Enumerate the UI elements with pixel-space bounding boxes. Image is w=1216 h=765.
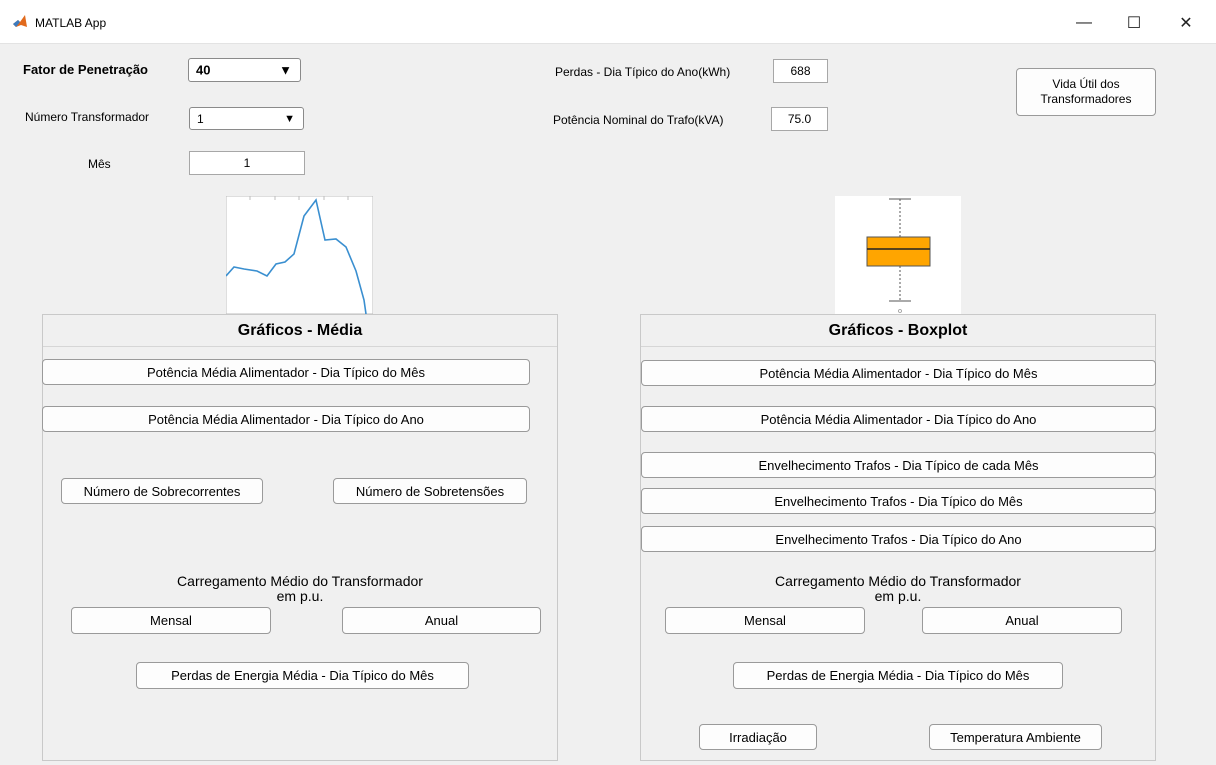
boxplot-perdas-energia-button[interactable]: Perdas de Energia Média - Dia Típico do … [733,662,1063,689]
media-carregamento-line2: em p.u. [276,588,324,604]
boxplot-carregamento-line1: Carregamento Médio do Transformador [775,573,1021,589]
vida-util-label-line2: Transformadores [1040,92,1132,106]
media-carregamento-label: Carregamento Médio do Transformador em p… [140,574,460,604]
potencia-nominal-field[interactable]: 75.0 [771,107,828,131]
window-title: MATLAB App [35,16,107,30]
fator-penetracao-label: Fator de Penetração [23,62,148,77]
boxplot-potencia-ano-button[interactable]: Potência Média Alimentador - Dia Típico … [641,406,1156,432]
potencia-nominal-label: Potência Nominal do Trafo(kVA) [553,113,724,127]
numero-transformador-dropdown[interactable]: 1 ▼ [189,107,304,130]
boxplot-anual-button[interactable]: Anual [922,607,1122,634]
media-mensal-button[interactable]: Mensal [71,607,271,634]
perdas-field[interactable]: 688 [773,59,828,83]
fator-penetracao-dropdown[interactable]: 40 ▼ [188,58,301,82]
perdas-label: Perdas - Dia Típico do Ano(kWh) [555,65,731,79]
panel-media-title: Gráficos - Média [43,315,557,347]
boxplot-envelhecimento-mes-button[interactable]: Envelhecimento Trafos - Dia Típico do Mê… [641,488,1156,514]
media-anual-button[interactable]: Anual [342,607,541,634]
dropdown-arrow-icon: ▼ [279,62,292,78]
media-sobretensoes-button[interactable]: Número de Sobretensões [333,478,527,504]
close-button[interactable]: ✕ [1163,8,1209,38]
boxplot-carregamento-line2: em p.u. [874,588,922,604]
mes-field[interactable]: 1 [189,151,305,175]
media-potencia-mes-button[interactable]: Potência Média Alimentador - Dia Típico … [42,359,530,385]
boxplot-envelhecimento-ano-button[interactable]: Envelhecimento Trafos - Dia Típico do An… [641,526,1156,552]
media-sobrecorrentes-button[interactable]: Número de Sobrecorrentes [61,478,263,504]
media-carregamento-line1: Carregamento Médio do Transformador [177,573,423,589]
minimize-icon: — [1076,14,1092,31]
fator-penetracao-value: 40 [196,62,211,78]
temperatura-ambiente-button[interactable]: Temperatura Ambiente [929,724,1102,750]
numero-transformador-label: Número Transformador [25,110,150,124]
title-bar: MATLAB App — ☐ ✕ [0,0,1216,44]
numero-transformador-value: 1 [197,111,204,126]
vida-util-label-line1: Vida Útil dos [1052,77,1120,91]
boxplot-potencia-mes-button[interactable]: Potência Média Alimentador - Dia Típico … [641,360,1156,386]
line-plot-thumbnail [225,195,374,315]
maximize-icon: ☐ [1126,15,1142,32]
mes-label: Mês [88,157,111,171]
media-perdas-energia-button[interactable]: Perdas de Energia Média - Dia Típico do … [136,662,469,689]
matlab-icon [12,13,28,29]
media-potencia-ano-button[interactable]: Potência Média Alimentador - Dia Típico … [42,406,530,432]
boxplot-carregamento-label: Carregamento Médio do Transformador em p… [738,574,1058,604]
panel-boxplot-title: Gráficos - Boxplot [641,315,1155,347]
boxplot-mensal-button[interactable]: Mensal [665,607,865,634]
irradiacao-button[interactable]: Irradiação [699,724,817,750]
dropdown-arrow-icon: ▼ [284,112,295,125]
vida-util-button[interactable]: Vida Útil dos Transformadores [1016,68,1156,116]
boxplot-thumbnail [835,196,961,314]
minimize-button[interactable]: — [1061,8,1107,38]
maximize-button[interactable]: ☐ [1111,8,1157,38]
box [866,236,931,267]
close-icon: ✕ [1179,15,1193,32]
boxplot-envelhecimento-cada-mes-button[interactable]: Envelhecimento Trafos - Dia Típico de ca… [641,452,1156,478]
